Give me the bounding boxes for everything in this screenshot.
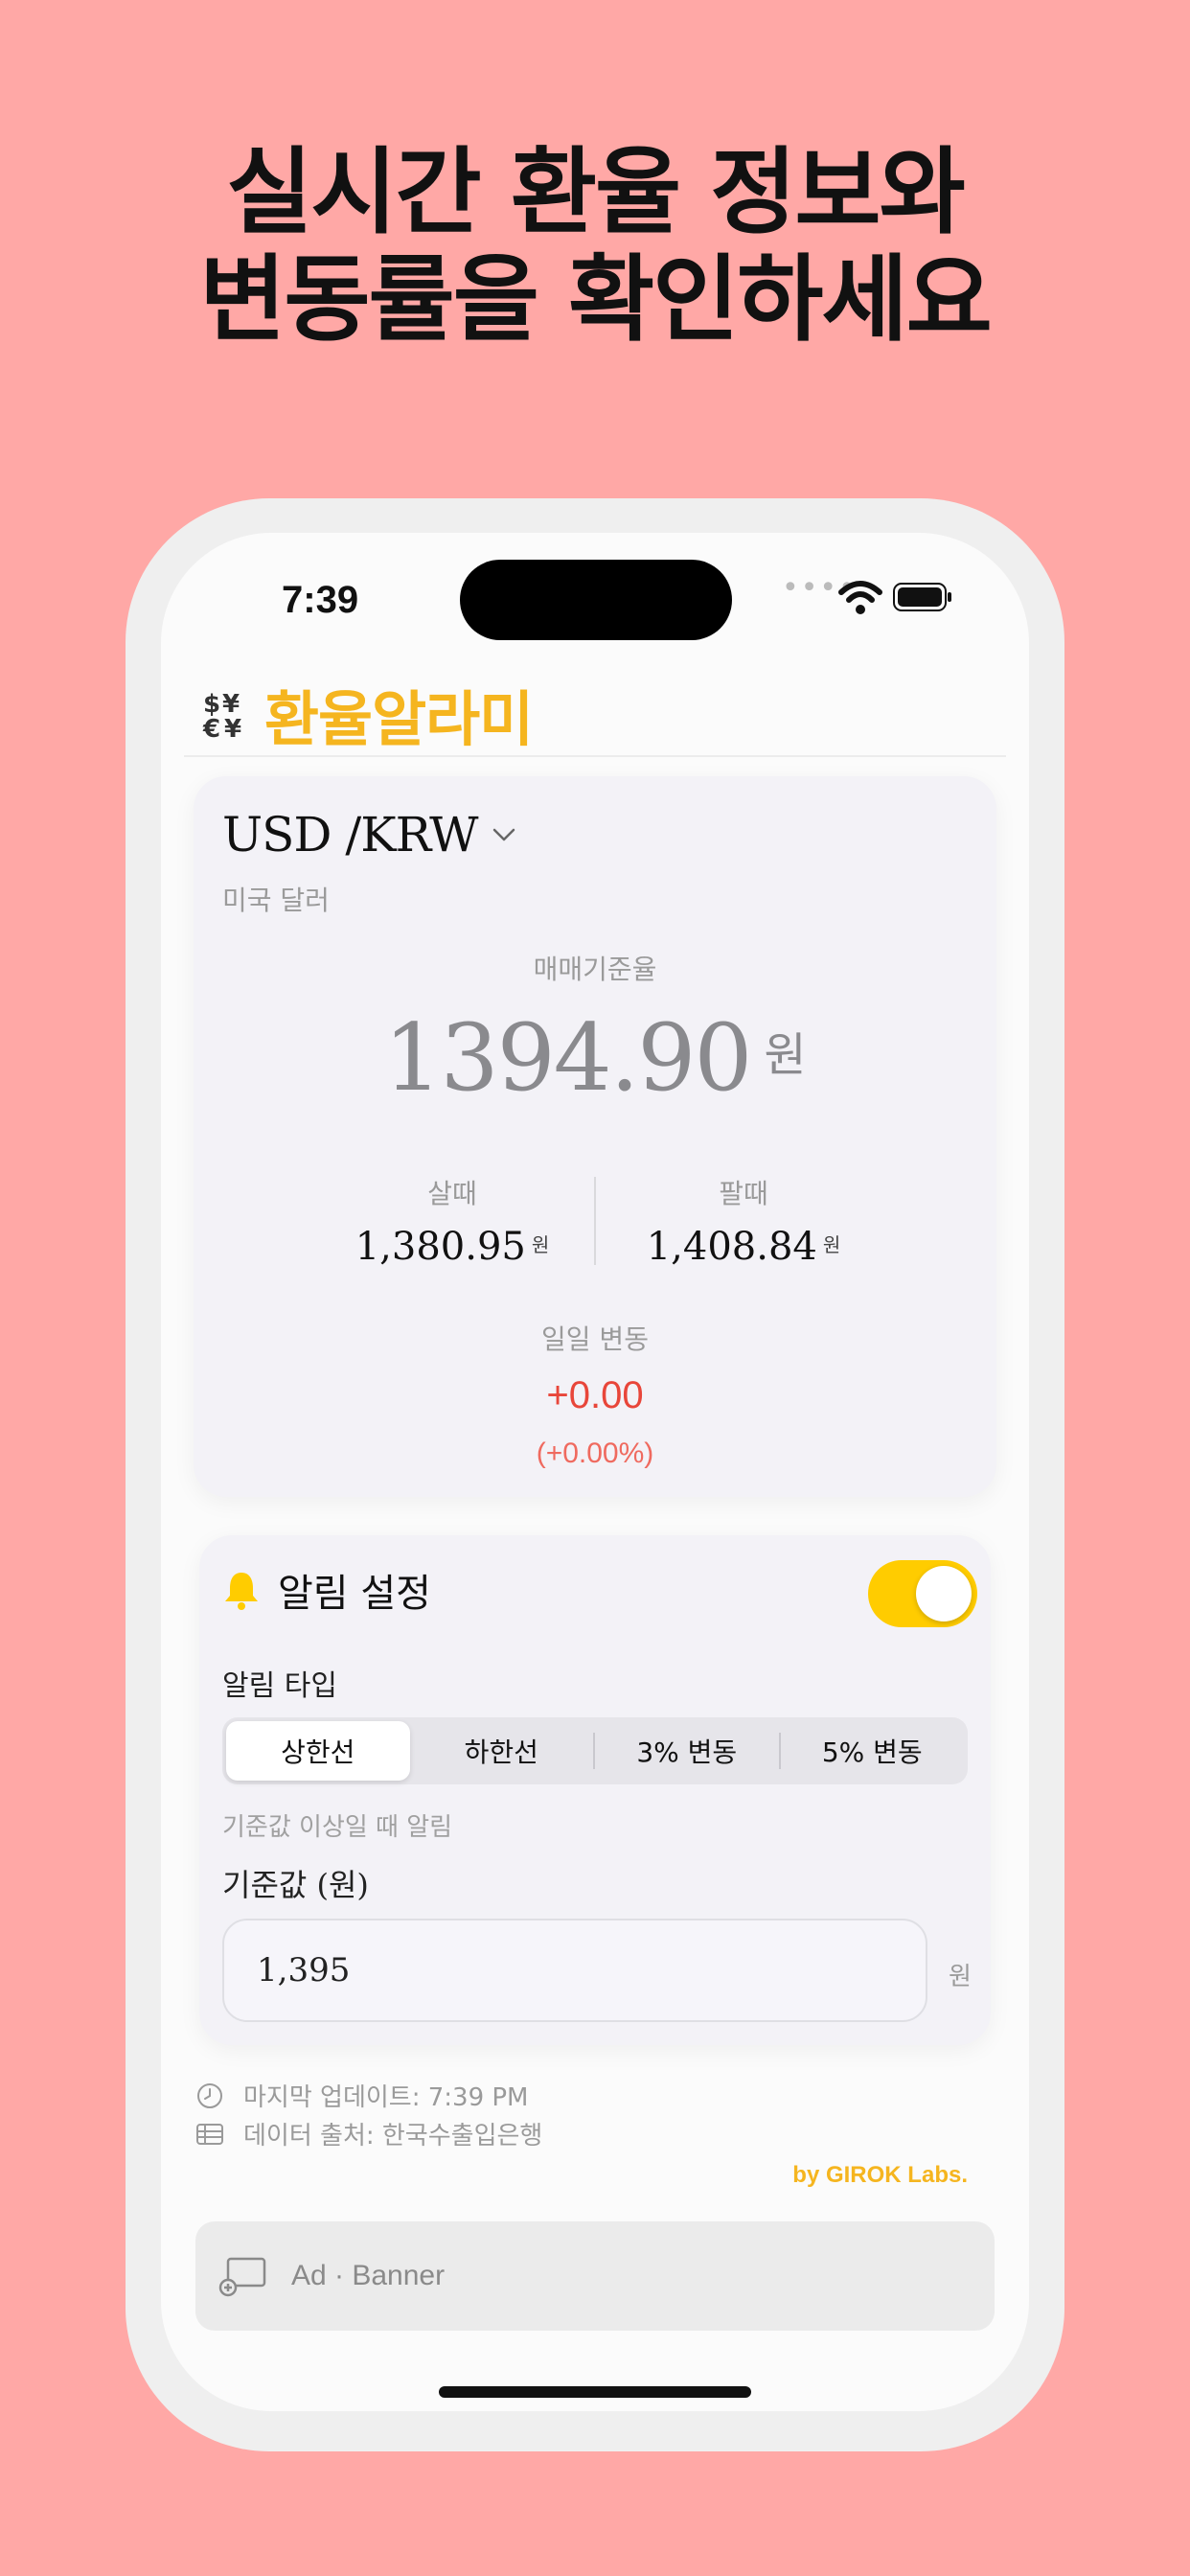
daily-change-label: 일일 변동 (541, 1323, 649, 1355)
app-brand: $ ¥ € ¥ 환율알라미 (201, 671, 534, 757)
server-icon (196, 2123, 223, 2145)
home-indicator[interactable] (439, 2386, 751, 2398)
clock-icon (197, 2082, 222, 2108)
app-title: 환율알라미 (264, 684, 534, 754)
header-divider (184, 755, 1006, 757)
currency-pair: USD /KRW (222, 807, 479, 862)
basis-rate-unit: 원 (764, 1028, 807, 1082)
segment-3-percent[interactable]: 3% 변동 (595, 1721, 779, 1781)
alert-type-segmented-control: 상한선 하한선 3% 변동 5% 변동 (222, 1717, 968, 1784)
status-time: 7:39 (282, 579, 359, 621)
svg-text:¥: ¥ (224, 715, 241, 741)
ad-banner[interactable]: Ad · Banner (195, 2221, 995, 2331)
basis-rate-label: 매매기준율 (533, 954, 657, 985)
currency-exchange-icon: $ ¥ € ¥ (202, 690, 241, 741)
daily-change-value: +0.00 (546, 1374, 644, 1416)
rate-divider (594, 1177, 596, 1265)
alert-toggle[interactable] (868, 1560, 977, 1627)
wifi-icon (838, 581, 882, 614)
basis-rate: 1394.90 원 (194, 1004, 996, 1112)
buy-rate: 살때 1,380.95 원 (309, 1173, 596, 1269)
segment-lower-limit[interactable]: 하한선 (410, 1721, 594, 1781)
developer-credit: by GIROK Labs. (792, 2162, 968, 2188)
sell-rate-value: 1,408.84 (646, 1225, 817, 1269)
headline-line-2: 변동률을 확인하세요 (199, 245, 993, 355)
buy-rate-label: 살때 (427, 1178, 477, 1209)
reference-value-unit: 원 (949, 1963, 972, 1991)
cellular-signal-icon: •••• (782, 571, 858, 605)
chevron-down-icon (492, 828, 515, 841)
battery-icon (893, 583, 951, 611)
ad-placeholder-icon (218, 2257, 266, 2297)
last-update-text: 마지막 업데이트: 7:39 PM (243, 2083, 529, 2112)
alert-type-hint: 기준값 이상일 때 알림 (222, 1813, 453, 1842)
reference-value-label: 기준값 (원) (222, 1867, 369, 1903)
sell-rate-unit: 원 (822, 1233, 841, 1256)
reference-value-input[interactable] (222, 1919, 927, 2022)
data-source-row: 데이터 출처: 한국수출입은행 (195, 2116, 542, 2151)
segment-upper-limit[interactable]: 상한선 (226, 1721, 410, 1781)
bell-icon (225, 1573, 258, 1610)
ad-banner-text: Ad · Banner (291, 2260, 446, 2291)
currency-name: 미국 달러 (222, 885, 330, 916)
headline-line-1: 실시간 환율 정보와 (226, 138, 966, 247)
buy-rate-value: 1,380.95 (355, 1225, 526, 1269)
currency-pair-selector[interactable]: USD /KRW (222, 807, 516, 862)
data-source-text: 데이터 출처: 한국수출입은행 (243, 2122, 543, 2150)
last-update-row: 마지막 업데이트: 7:39 PM (195, 2078, 529, 2113)
toggle-knob (916, 1566, 972, 1622)
daily-change-percent: (+0.00%) (536, 1438, 654, 1469)
segment-5-percent[interactable]: 5% 변동 (781, 1721, 965, 1781)
sell-rate: 팔때 1,408.84 원 (600, 1173, 887, 1269)
alert-type-label: 알림 타입 (222, 1669, 337, 1703)
alert-header: 알림 설정 (222, 1562, 431, 1618)
svg-text:€: € (202, 715, 220, 741)
buy-rate-unit: 원 (531, 1233, 550, 1256)
basis-rate-value: 1394.90 (383, 1004, 752, 1112)
dynamic-island (460, 560, 732, 640)
sell-rate-label: 팔때 (719, 1178, 768, 1209)
phone-screen: 7:39 •••• $ ¥ € ¥ 환율알라미 USD /KRW 미국 달러 매… (161, 533, 1029, 2411)
alert-settings-card: 알림 설정 알림 타입 상한선 하한선 3% 변동 5% 변동 기준값 이상일 … (199, 1535, 991, 2045)
alert-title: 알림 설정 (278, 1572, 431, 1616)
exchange-rate-card: USD /KRW 미국 달러 매매기준율 1394.90 원 살때 1,380.9… (194, 776, 996, 1497)
